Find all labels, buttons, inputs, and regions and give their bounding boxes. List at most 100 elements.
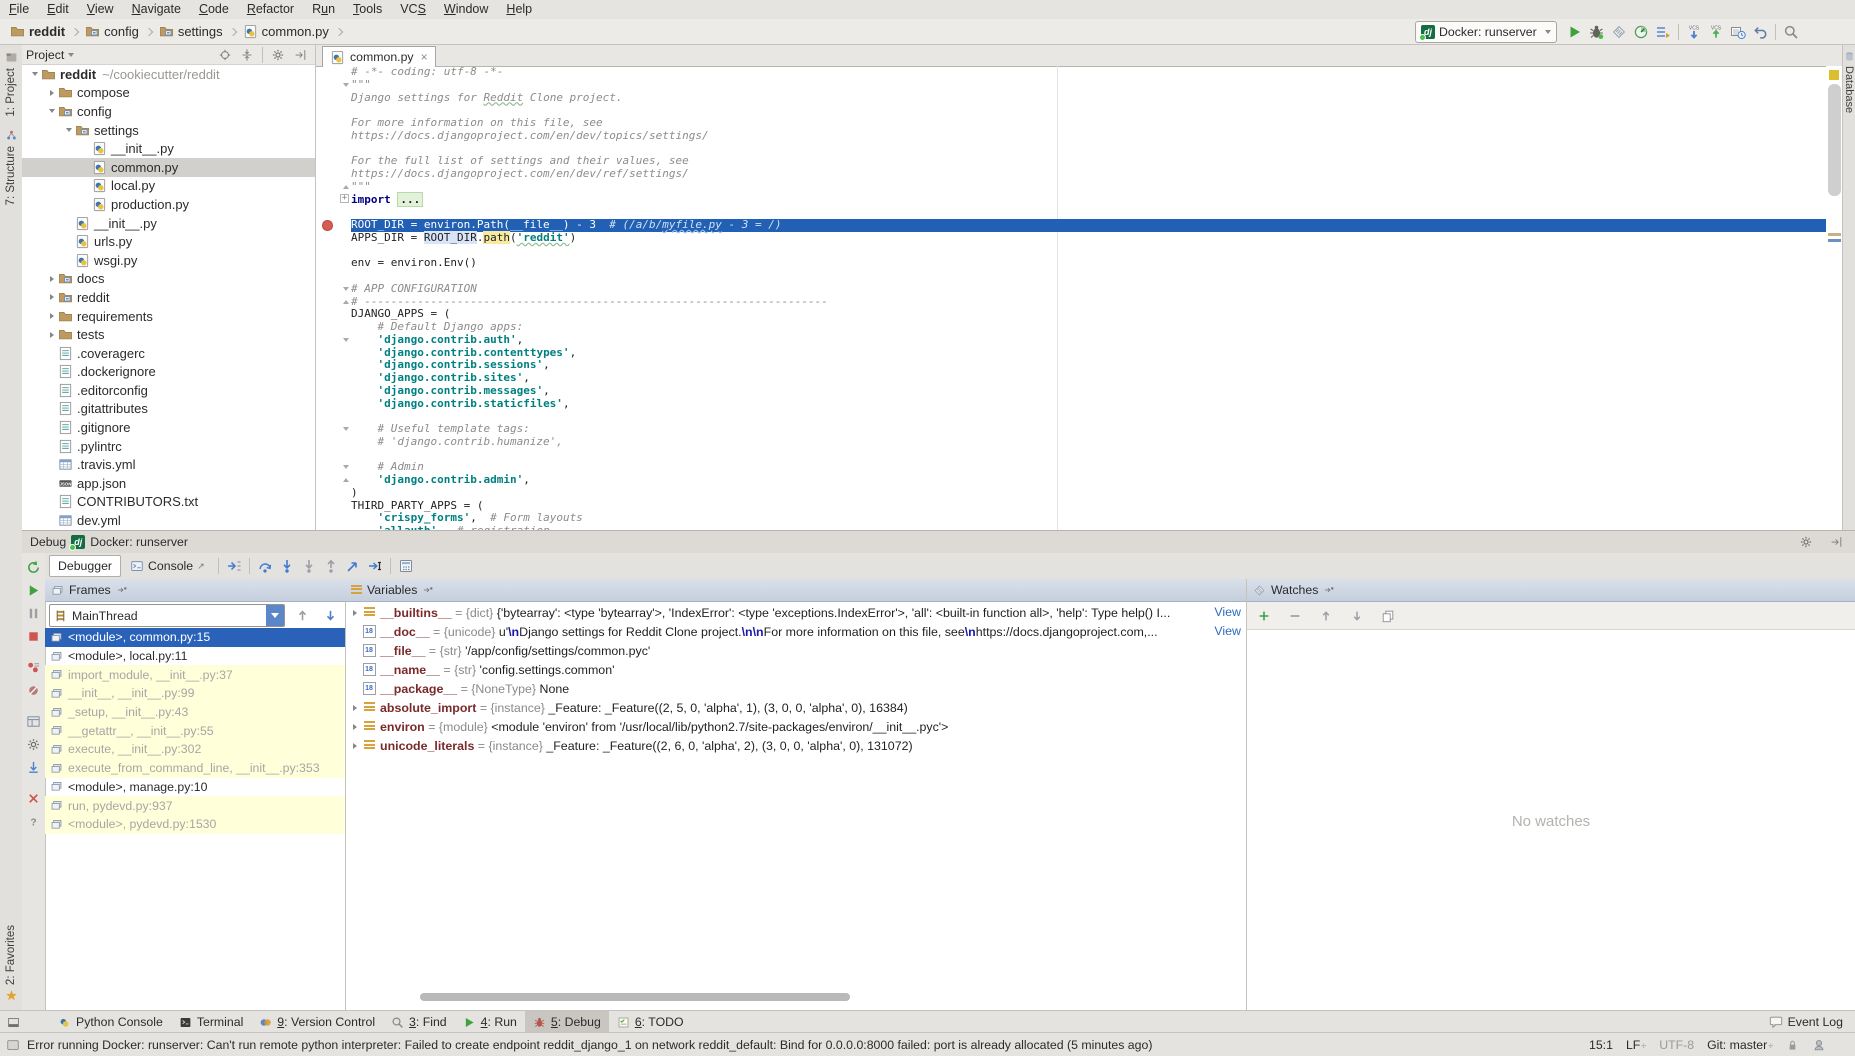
frame-item[interactable]: execute_from_command_line, __init__.py:3… [45,759,345,778]
tool-tab-debug[interactable]: 5: Debug [525,1011,609,1033]
resume-button[interactable] [23,580,44,601]
tree-item-production-py[interactable]: production.py [22,195,315,214]
breadcrumb-reddit[interactable]: reddit [8,24,67,39]
next-frame-button[interactable] [319,605,341,627]
view-breakpoints-button[interactable] [23,657,44,678]
stripe-tab-7-structure[interactable]: 7: Structure [0,123,22,211]
tree-item-common-py[interactable]: common.py [22,158,315,177]
frame-item[interactable]: _setup, __init__.py:43 [45,703,345,722]
tree-item-CONTRIBUTORS-txt[interactable]: CONTRIBUTORS.txt [22,493,315,512]
tree-item-config[interactable]: config [22,102,315,121]
tree-item-compose[interactable]: compose [22,84,315,103]
vcs-update-button[interactable]: VCS [1683,21,1705,43]
breadcrumb-settings[interactable]: settings [157,24,225,39]
help-button[interactable]: ? [23,811,44,832]
tree-item-reddit[interactable]: reddit~/cookiecutter/reddit [22,65,315,84]
frame-item[interactable]: <module>, common.py:15 [45,628,345,647]
tree-item-tests[interactable]: tests [22,325,315,344]
step-into-button[interactable] [276,555,298,577]
menu-run[interactable]: Run [303,0,344,19]
caret-position-widget[interactable]: 15:1 [1589,1038,1613,1052]
tool-tab-todo[interactable]: 6: TODO [609,1011,692,1033]
popout-icon[interactable] [116,584,128,596]
horizontal-scrollbar[interactable] [420,993,850,1001]
debug-bug-button[interactable] [1586,21,1608,43]
step-out-button[interactable] [320,555,342,577]
menu-navigate[interactable]: Navigate [123,0,190,19]
fold-icon[interactable] [343,185,349,189]
editor-gutter[interactable] [316,334,351,347]
editor-gutter[interactable] [316,449,351,462]
view-link[interactable]: View [1206,603,1241,622]
scrollbar-thumb[interactable] [1828,84,1841,196]
stripe-tab-2-favorites[interactable]: 2: Favorites [0,919,22,1008]
tree-item-reddit[interactable]: reddit [22,288,315,307]
menu-tools[interactable]: Tools [344,0,391,19]
tree-item-app-json[interactable]: JSONapp.json [22,474,315,493]
fold-icon[interactable] [343,300,349,304]
tool-window-switcher-button[interactable] [2,1011,24,1033]
variable-row-absolute_import[interactable]: absolute_import = {instance} _Feature: _… [345,698,1247,717]
popout-icon[interactable] [1323,584,1335,596]
tree-item-urls-py[interactable]: urls.py [22,232,315,251]
settings-button[interactable] [1795,531,1817,553]
variable-row-unicode_literals[interactable]: unicode_literals = {instance} _Feature: … [345,736,1247,755]
menu-window[interactable]: Window [435,0,497,19]
copy-button[interactable] [1377,605,1399,627]
view-link[interactable]: View [1206,622,1241,641]
variable-row-__name__[interactable]: 18__name__ = {str} 'config.settings.comm… [345,660,1247,679]
tree-item-requirements[interactable]: requirements [22,307,315,326]
stop-button[interactable] [23,626,44,647]
expander-icon[interactable] [349,724,361,730]
tree-item--pylintrc[interactable]: .pylintrc [22,437,315,456]
editor-gutter[interactable] [316,359,351,372]
frame-item[interactable]: __init__, __init__.py:99 [45,684,345,703]
project-panel-title[interactable]: Project [26,48,64,62]
frame-item[interactable]: <module>, manage.py:10 [45,778,345,797]
search-button[interactable] [1780,21,1802,43]
hide-panel-button[interactable] [1825,531,1847,553]
tree-item--coveragerc[interactable]: .coveragerc [22,344,315,363]
force-step-into-button[interactable] [298,555,320,577]
variable-row-__file__[interactable]: 18__file__ = {str} '/app/config/settings… [345,641,1247,660]
tree-item-docs[interactable]: docs [22,270,315,289]
editor-gutter[interactable] [316,219,351,232]
step-into-my-code-button[interactable] [364,555,386,577]
tree-item-__init__-py[interactable]: __init__.py [22,139,315,158]
thread-select[interactable]: MainThread [49,604,285,627]
frame-item[interactable]: run, pydevd.py:937 [45,796,345,815]
editor-gutter[interactable] [316,232,351,245]
settings-button[interactable] [267,44,289,66]
editor-gutter[interactable] [316,512,351,525]
editor-gutter[interactable] [316,385,351,398]
variable-row-__package__[interactable]: 18__package__ = {NoneType} None [345,679,1247,698]
pause-button[interactable] [23,603,44,624]
editor-scrollbar[interactable] [1826,66,1843,530]
pin-down-button[interactable] [23,757,44,778]
variable-row-__doc__[interactable]: 18__doc__ = {unicode} u'\nDjango setting… [345,622,1247,641]
editor-gutter[interactable] [316,117,351,130]
fold-icon[interactable] [343,427,349,431]
menu-view[interactable]: View [78,0,123,19]
fold-icon[interactable] [343,338,349,342]
editor-gutter[interactable] [316,79,351,92]
menu-code[interactable]: Code [190,0,238,19]
tree-item-__init__-py[interactable]: __init__.py [22,214,315,233]
run-button[interactable] [1564,21,1586,43]
tree-item-dev-yml[interactable]: dev.yml [22,511,315,530]
editor-gutter[interactable] [316,92,351,105]
collapse-all-button[interactable] [236,44,258,66]
remove-watch-button[interactable] [1284,605,1306,627]
editor-gutter[interactable]: + [316,194,351,207]
expander-icon[interactable] [349,743,361,749]
editor-gutter[interactable] [316,347,351,360]
tree-item--editorconfig[interactable]: .editorconfig [22,381,315,400]
scroll-mark[interactable] [1828,233,1841,236]
frame-item[interactable]: <module>, pydevd.py:1530 [45,815,345,834]
tool-tab-run[interactable]: 4: Run [455,1011,525,1033]
code-area[interactable]: # -*- coding: utf-8 -*-"""Django setting… [316,66,1826,530]
encoding-widget[interactable]: UTF-8 [1659,1038,1694,1052]
tree-item--gitignore[interactable]: .gitignore [22,418,315,437]
rollback-button[interactable] [1749,21,1771,43]
tree-item--travis-yml[interactable]: .travis.yml [22,455,315,474]
